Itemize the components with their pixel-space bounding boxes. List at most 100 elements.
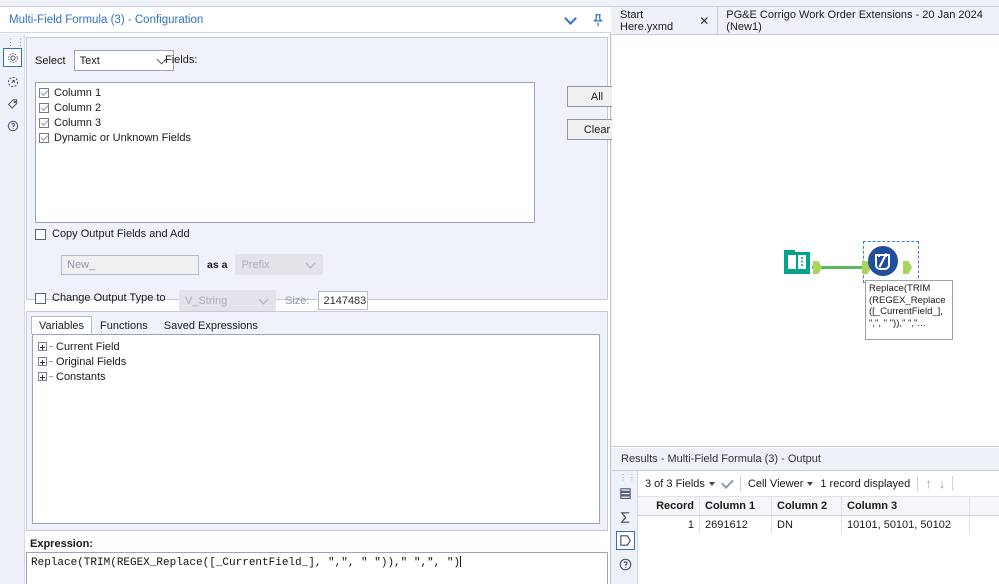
change-type-label: Change Output Type to — [52, 292, 166, 304]
size-label: Size: — [285, 294, 310, 307]
node-annotation[interactable]: Replace(TRIM (REGEX_Replace ([_CurrentFi… — [865, 280, 953, 340]
input-data-tool[interactable] — [780, 245, 814, 282]
tab-variables[interactable]: Variables — [31, 316, 93, 334]
variables-section: Variables Functions Saved Expressions Cu… — [26, 311, 608, 531]
divider — [952, 476, 954, 491]
cell-column-2[interactable]: DN — [772, 516, 842, 534]
checkbox-icon[interactable] — [39, 118, 49, 128]
expression-text: Replace(TRIM(REGEX_Replace([_CurrentFiel… — [31, 557, 461, 569]
top-strip — [0, 0, 999, 7]
doc-tab-active-workflow[interactable]: PG&E Corrigo Work Order Extensions - 20 … — [718, 7, 999, 34]
column-header-column-2[interactable]: Column 2 — [772, 497, 842, 515]
prefix-value: Prefix — [241, 258, 270, 271]
configuration-panel: Multi-Field Formula (3) - Configuration … — [0, 7, 627, 584]
tree-node-label: Original Fields — [56, 355, 127, 368]
viewer-selector[interactable]: Cell Viewer — [747, 477, 814, 490]
list-item[interactable]: Column 1 — [39, 86, 534, 100]
text-caret — [460, 556, 462, 567]
output-type-row: V_String Size: 2147483 — [179, 290, 369, 311]
cell-column-1[interactable]: 2691612 — [700, 516, 772, 534]
config-main-section: Select Text Fields: Column 1 Column 2 Co… — [26, 37, 627, 311]
column-header-record[interactable]: Record — [638, 497, 700, 515]
config-icon-rail: ⋮⋮ — [0, 34, 25, 584]
tab-saved-expressions[interactable]: Saved Expressions — [156, 316, 266, 334]
column-header-column-1[interactable]: Column 1 — [700, 497, 772, 515]
copy-output-fields-checkbox[interactable]: Copy Output Fields and Add — [35, 228, 190, 240]
list-item[interactable]: Column 2 — [39, 101, 534, 115]
chevron-down-icon — [708, 481, 715, 486]
divider — [739, 476, 741, 491]
doc-tab-start-here[interactable]: Start Here.yxmd ✕ — [612, 7, 719, 34]
viewer-selector-label: Cell Viewer — [747, 477, 804, 490]
records-icon[interactable] — [616, 484, 635, 503]
tab-functions[interactable]: Functions — [92, 316, 156, 334]
results-icon-rail: ⋮⋮ — [612, 471, 638, 584]
rail-drag-handle[interactable]: ⋮⋮ — [6, 37, 26, 48]
as-a-label: as a — [207, 258, 228, 271]
tree-node[interactable]: Constants — [38, 369, 599, 384]
chevron-down-icon — [258, 294, 269, 304]
cell-record[interactable]: 1 — [638, 516, 700, 534]
copy-output-label: Copy Output Fields and Add — [52, 228, 190, 240]
list-item[interactable]: Column 3 — [39, 116, 534, 130]
new-field-name-input[interactable]: New_ — [61, 254, 199, 275]
question-circle-icon[interactable] — [616, 555, 635, 574]
results-rail-drag-handle[interactable]: ⋮⋮ — [619, 473, 637, 482]
tree-node[interactable]: Original Fields — [38, 354, 599, 369]
multi-field-formula-tool[interactable] — [865, 243, 901, 282]
fields-label: Fields: — [165, 54, 198, 66]
checkmark-icon[interactable] — [721, 475, 734, 489]
doc-tab-label: PG&E Corrigo Work Order Extensions - 20 … — [726, 8, 983, 33]
top-strip-right — [612, 0, 655, 6]
output-type-dropdown[interactable]: V_String — [179, 290, 276, 311]
checkbox-icon[interactable] — [39, 133, 49, 143]
question-circle-icon[interactable] — [3, 116, 22, 135]
column-header-column-3[interactable]: Column 3 — [842, 497, 970, 515]
expression-input[interactable]: Replace(TRIM(REGEX_Replace([_CurrentFiel… — [26, 552, 608, 584]
close-icon[interactable]: ✕ — [699, 14, 709, 28]
cell-column-3[interactable]: 10101, 50101, 50102 — [842, 516, 970, 534]
workflow-canvas[interactable]: Replace(TRIM (REGEX_Replace ([_CurrentFi… — [612, 35, 999, 447]
results-title: Results - Multi-Field Formula (3) - Outp… — [612, 448, 999, 471]
beaker-icon — [868, 246, 898, 276]
checkbox-icon[interactable] — [39, 103, 49, 113]
tag-icon[interactable] — [3, 94, 22, 113]
prefix-suffix-dropdown[interactable]: Prefix — [235, 254, 324, 275]
select-type-row: Select Text — [35, 50, 174, 71]
previous-record-button[interactable]: ↑ — [925, 476, 932, 491]
table-row[interactable]: 1 2691612 DN 10101, 50101, 50102 — [638, 516, 999, 534]
fields-selector[interactable]: 3 of 3 Fields — [645, 478, 715, 490]
checkbox-icon[interactable] — [39, 88, 49, 98]
config-title-bar: Multi-Field Formula (3) - Configuration — [0, 7, 611, 33]
next-record-button[interactable]: ↓ — [939, 476, 946, 491]
checkbox-icon[interactable] — [35, 292, 46, 304]
size-input[interactable]: 2147483 — [318, 291, 369, 310]
expression-label: Expression: — [30, 538, 93, 550]
refresh-circle-icon[interactable] — [3, 72, 22, 91]
tree-node-label: Current Field — [56, 340, 120, 353]
tree-node-label: Constants — [56, 370, 106, 383]
output-anchor-icon[interactable] — [616, 531, 635, 550]
output-type-value: V_String — [185, 294, 228, 307]
expand-icon[interactable] — [38, 342, 47, 351]
expand-icon[interactable] — [38, 372, 47, 381]
change-output-type-checkbox[interactable]: Change Output Type to — [35, 292, 166, 304]
pin-icon[interactable] — [590, 13, 605, 28]
workspace-area: Start Here.yxmd ✕ PG&E Corrigo Work Orde… — [612, 7, 999, 584]
select-label: Select — [35, 54, 66, 67]
tree-node[interactable]: Current Field — [38, 339, 599, 354]
fields-checkbox-list[interactable]: Column 1 Column 2 Column 3 Dynamic or Un… — [35, 82, 535, 223]
expand-icon[interactable] — [38, 357, 47, 366]
page-title: Multi-Field Formula (3) - Configuration — [9, 13, 204, 26]
checkbox-icon[interactable] — [35, 228, 46, 240]
select-type-dropdown[interactable]: Text — [73, 50, 174, 71]
list-item[interactable]: Dynamic or Unknown Fields — [39, 131, 534, 145]
chevron-down-icon[interactable] — [563, 11, 578, 28]
field-label: Column 2 — [54, 102, 102, 114]
output-anchor-icon[interactable] — [813, 261, 822, 274]
gear-icon[interactable] — [3, 48, 22, 67]
results-grid[interactable]: Record Column 1 Column 2 Column 3 1 2691… — [638, 497, 999, 584]
variables-tree[interactable]: Current Field Original Fields Constants — [32, 334, 600, 524]
sigma-icon[interactable] — [616, 508, 635, 527]
results-toolbar: 3 of 3 Fields Cell Viewer 1 record displ… — [638, 471, 999, 497]
